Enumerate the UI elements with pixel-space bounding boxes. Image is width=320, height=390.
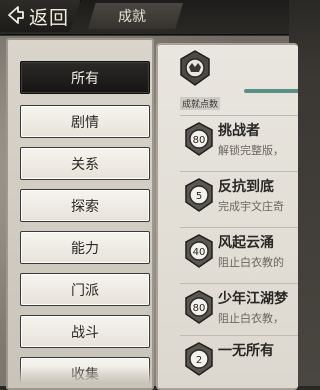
back-button[interactable]: 返回 — [0, 0, 81, 32]
achievement-badge-icon: 40 — [185, 234, 213, 268]
badge-value: 40 — [193, 247, 206, 258]
achievement-item[interactable]: 80 挑战者 解锁完整版， — [180, 115, 298, 162]
tab-label: 战斗 — [71, 325, 99, 341]
page-title: 成就 — [118, 9, 146, 25]
achievement-name: 挑战者 — [218, 123, 260, 139]
tab-all[interactable]: 所有 — [20, 61, 150, 94]
tab-label: 探索 — [71, 199, 99, 215]
achievement-badge-icon: 2 — [185, 342, 213, 376]
achievement-badge-icon: 5 — [185, 178, 213, 212]
achievement-name: 反抗到底 — [218, 179, 274, 195]
achievement-name: 少年江湖梦 — [218, 291, 288, 307]
achievement-desc: 阻止白衣教的 — [218, 256, 284, 269]
panel-fade — [8, 366, 152, 388]
achievement-item[interactable]: 5 反抗到底 完成宇文庄奇 — [180, 171, 298, 218]
category-tab-panel: 所有 剧情 关系 探索 能力 门派 战斗 收集 — [6, 38, 154, 390]
tab-label: 能力 — [71, 241, 99, 257]
tab-label: 门派 — [71, 283, 99, 299]
achievement-item[interactable]: 80 少年江湖梦 阻止白衣教， — [180, 283, 298, 330]
badge-value: 80 — [193, 303, 206, 314]
achievement-desc: 阻止白衣教， — [218, 312, 284, 325]
achievement-badge-icon: 80 — [185, 122, 213, 156]
achievement-name: 风起云涌 — [218, 235, 274, 251]
achievement-name: 一无所有 — [218, 343, 274, 359]
points-progress-bar — [244, 89, 298, 93]
achievement-points-label: 成就点数 — [180, 97, 221, 110]
tab-label: 剧情 — [71, 115, 99, 131]
badge-value: 5 — [196, 191, 202, 202]
tab-sect[interactable]: 门派 — [20, 273, 150, 306]
tab-story[interactable]: 剧情 — [20, 105, 150, 138]
achievement-badge-icon: 80 — [185, 290, 213, 324]
tab-label: 所有 — [71, 71, 99, 87]
back-label: 返回 — [29, 7, 70, 29]
top-bar: 返回 成就 — [0, 0, 289, 35]
tab-relations[interactable]: 关系 — [20, 147, 150, 180]
tab-explore[interactable]: 探索 — [20, 189, 150, 222]
badge-value: 2 — [196, 355, 202, 366]
badge-value: 80 — [193, 135, 206, 146]
tab-combat[interactable]: 战斗 — [20, 315, 150, 348]
achievement-desc: 完成宇文庄奇 — [218, 200, 284, 213]
tab-label: 关系 — [71, 157, 99, 173]
tab-ability[interactable]: 能力 — [20, 231, 150, 264]
achievement-desc: 解锁完整版， — [218, 144, 284, 157]
back-arrow-icon — [8, 6, 24, 24]
achievement-panel: 成就点数 80 挑战者 解锁完整版， 5 反抗到底 完成宇文庄奇 40 风起云涌… — [156, 43, 298, 390]
points-row: 成就点数 — [158, 45, 298, 115]
achievement-points-icon — [180, 50, 210, 86]
achievement-item[interactable]: 40 风起云涌 阻止白衣教的 — [180, 227, 298, 274]
